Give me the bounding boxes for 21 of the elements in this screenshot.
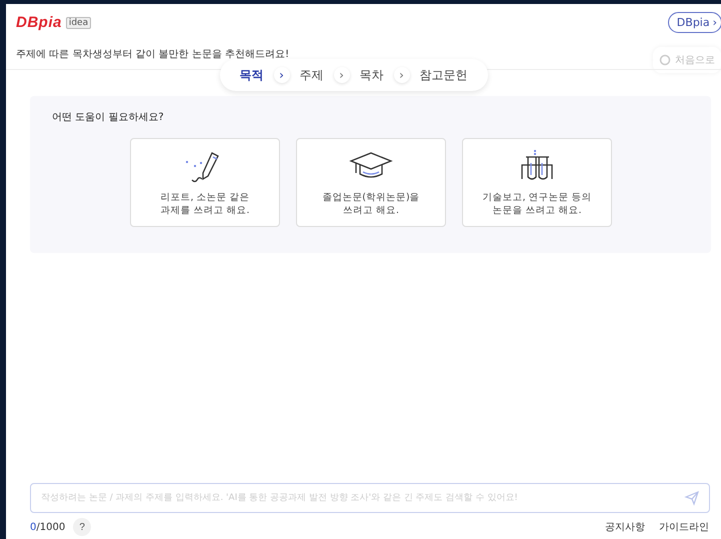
logo-badge: idea bbox=[66, 16, 92, 28]
footer-link[interactable]: 공지사항 bbox=[605, 520, 645, 534]
question-text: 어떤 도움이 필요하세요? bbox=[52, 111, 165, 124]
step-separator: › bbox=[274, 67, 290, 83]
footer-link[interactable]: 가이드라인 bbox=[659, 520, 709, 534]
step-separator: › bbox=[334, 67, 350, 83]
step-tab[interactable]: 참고문헌 bbox=[420, 66, 468, 84]
character-count: 0 bbox=[30, 522, 36, 532]
option-card[interactable]: 리포트, 소논문 같은 과제를 쓰려고 해요. bbox=[130, 138, 280, 227]
logo[interactable]: DBpia bbox=[16, 14, 62, 31]
step-tab[interactable]: 목차 bbox=[360, 66, 384, 84]
help-button[interactable]: ? bbox=[73, 518, 92, 536]
step-tab[interactable]: 주제 bbox=[300, 66, 324, 84]
option-card[interactable]: 졸업논문(학위논문)을 쓰려고 해요. bbox=[296, 138, 446, 227]
step-tab[interactable]: 목적 bbox=[240, 66, 264, 84]
send-icon[interactable] bbox=[684, 490, 700, 506]
option-card[interactable]: 기술보고, 연구논문 등의 논문을 쓰려고 해요. bbox=[462, 138, 612, 227]
dbpia-link-button[interactable]: DBpia › bbox=[668, 12, 721, 33]
step-separator: › bbox=[394, 67, 410, 83]
subtitle: 주제에 따른 목차생성부터 같이 볼만한 논문을 추천해드려요! bbox=[16, 48, 290, 61]
character-limit: /1000 bbox=[36, 522, 66, 532]
